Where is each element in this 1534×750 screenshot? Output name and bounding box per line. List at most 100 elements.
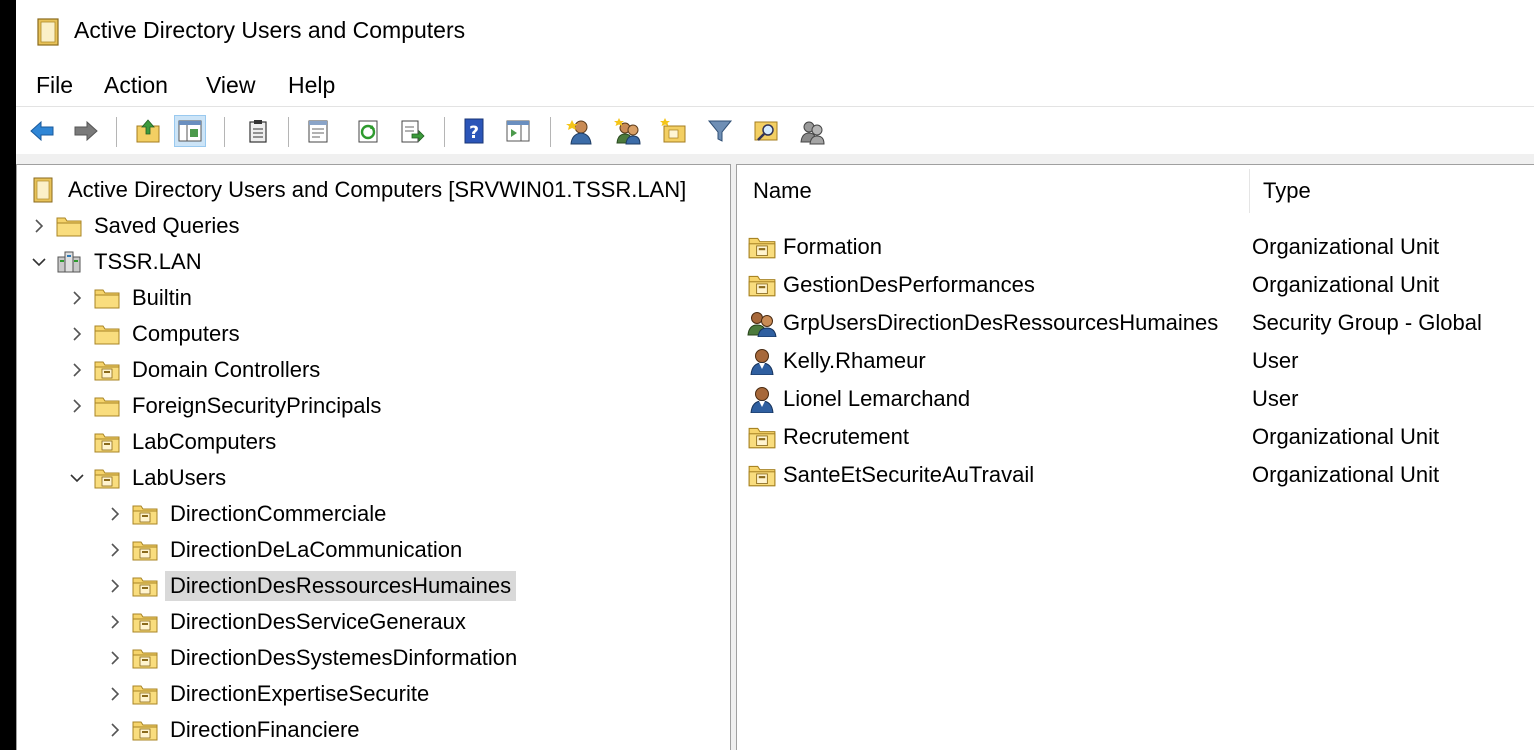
chevron-right-icon[interactable] xyxy=(105,648,125,668)
ou-icon xyxy=(747,233,777,261)
tree-item-label: DirectionDesServiceGeneraux xyxy=(170,609,466,634)
tree-item-label: DirectionDesSystemesDinformation xyxy=(170,645,518,670)
chevron-right-icon[interactable] xyxy=(105,540,125,560)
column-header-name[interactable]: Name xyxy=(753,178,812,204)
add-to-group-icon[interactable] xyxy=(796,115,828,147)
column-divider[interactable] xyxy=(1249,169,1250,213)
tree-item-computers[interactable]: Computers xyxy=(67,317,245,351)
ou-icon xyxy=(131,537,159,563)
ou-icon xyxy=(131,501,159,527)
list-item-type: Organizational Unit xyxy=(1252,424,1440,449)
tree-item-directioncommerciale[interactable]: DirectionCommerciale xyxy=(105,497,391,531)
list-item-type: Organizational Unit xyxy=(1252,272,1440,297)
chevron-down-icon[interactable] xyxy=(67,468,87,488)
menu-view[interactable]: View xyxy=(206,70,255,101)
help-icon[interactable]: ? xyxy=(458,115,490,147)
list-item[interactable]: GestionDesPerformances Organizational Uni… xyxy=(747,267,1534,303)
aduc-console-icon xyxy=(29,177,57,203)
properties-icon[interactable] xyxy=(302,115,334,147)
up-level-icon[interactable] xyxy=(132,115,164,147)
list-item-name: GrpUsersDirectionDesRessourcesHumaines xyxy=(783,310,1219,335)
folder-icon xyxy=(93,321,121,347)
toolbar-separator xyxy=(224,117,225,147)
ou-icon xyxy=(747,423,777,451)
chevron-right-icon[interactable] xyxy=(105,684,125,704)
client-area: Active Directory Users and Computers [SR… xyxy=(16,154,1534,750)
chevron-down-icon[interactable] xyxy=(29,252,49,272)
refresh-icon[interactable] xyxy=(352,115,384,147)
tree-item-labusers[interactable]: LabUsers xyxy=(67,461,231,495)
chevron-right-icon[interactable] xyxy=(67,396,87,416)
column-header-type[interactable]: Type xyxy=(1263,178,1311,204)
tree-item-builtin[interactable]: Builtin xyxy=(67,281,197,315)
tree-item-label: Computers xyxy=(132,321,240,346)
forward-icon[interactable] xyxy=(70,115,102,147)
chevron-right-icon[interactable] xyxy=(29,216,49,236)
folder-icon xyxy=(93,285,121,311)
ou-icon xyxy=(93,465,121,491)
toolbar-separator xyxy=(444,117,445,147)
list-item[interactable]: Kelly.Rhameur User xyxy=(747,343,1534,379)
tree-item-directionexpertisesecurite[interactable]: DirectionExpertiseSecurite xyxy=(105,677,434,711)
group-icon xyxy=(747,309,777,338)
list-item-type: Organizational Unit xyxy=(1252,462,1440,487)
menu-action[interactable]: Action xyxy=(104,70,168,101)
chevron-right-icon[interactable] xyxy=(67,324,87,344)
chevron-right-icon[interactable] xyxy=(67,288,87,308)
ou-icon xyxy=(131,681,159,707)
ou-icon xyxy=(93,357,121,383)
list-item[interactable]: Recrutement Organizational Unit xyxy=(747,419,1534,455)
chevron-right-icon[interactable] xyxy=(105,504,125,524)
tree-item-directiondesressourceshumaines[interactable]: DirectionDesRessourcesHumaines xyxy=(105,569,517,603)
find-icon[interactable] xyxy=(750,115,782,147)
list-item-name: SanteEtSecuriteAuTravail xyxy=(783,462,1035,487)
list-item[interactable]: GrpUsersDirectionDesRessourcesHumaines Se… xyxy=(747,305,1534,341)
list-item[interactable]: Lionel Lemarchand User xyxy=(747,381,1534,417)
chevron-right-icon[interactable] xyxy=(67,360,87,380)
tree-item-foreignsecurityprincipals[interactable]: ForeignSecurityPrincipals xyxy=(67,389,386,423)
clipboard-icon[interactable] xyxy=(242,115,274,147)
tree-item-saved-queries[interactable]: Saved Queries xyxy=(29,209,245,243)
filter-icon[interactable] xyxy=(704,115,736,147)
new-ou-icon[interactable] xyxy=(658,115,690,147)
console-tree: Active Directory Users and Computers [SR… xyxy=(16,164,731,750)
tree-item-labcomputers[interactable]: LabComputers xyxy=(67,425,281,459)
toolbar-separator xyxy=(288,117,289,147)
show-hide-console-tree-icon[interactable] xyxy=(174,115,206,147)
list-item[interactable]: Formation Organizational Unit xyxy=(747,229,1534,265)
show-action-pane-icon[interactable] xyxy=(502,115,534,147)
list-item-name: GestionDesPerformances xyxy=(783,272,1035,297)
ou-icon xyxy=(93,429,121,455)
tree-item-label: Domain Controllers xyxy=(132,357,321,382)
new-group-icon[interactable] xyxy=(612,115,644,147)
user-icon xyxy=(747,385,777,414)
tree-item-domain-controllers[interactable]: Domain Controllers xyxy=(67,353,325,387)
toolbar-separator xyxy=(550,117,551,147)
ou-icon xyxy=(131,573,159,599)
chevron-right-icon[interactable] xyxy=(105,612,125,632)
tree-item-label: DirectionCommerciale xyxy=(170,501,387,526)
tree-root[interactable]: Active Directory Users and Computers [SR… xyxy=(29,173,691,207)
ou-icon xyxy=(131,609,159,635)
menu-file[interactable]: File xyxy=(36,70,73,101)
tree-item-label: TSSR.LAN xyxy=(94,249,202,274)
tree-item-directiondesservicegeneraux[interactable]: DirectionDesServiceGeneraux xyxy=(105,605,471,639)
ou-icon xyxy=(131,717,159,743)
chevron-right-icon[interactable] xyxy=(105,576,125,596)
tree-item-tssr-lan[interactable]: TSSR.LAN xyxy=(29,245,207,279)
new-user-icon[interactable] xyxy=(564,115,596,147)
chevron-right-icon[interactable] xyxy=(105,720,125,740)
folder-icon xyxy=(93,393,121,419)
tree-item-directiondessystemesdinformation[interactable]: DirectionDesSystemesDinformation xyxy=(105,641,522,675)
list-header: Name Type xyxy=(737,165,1534,221)
list-item-name: Recrutement xyxy=(783,424,909,449)
tree-item-directiondelacommunication[interactable]: DirectionDeLaCommunication xyxy=(105,533,467,567)
export-list-icon[interactable] xyxy=(396,115,428,147)
domain-icon xyxy=(55,249,83,275)
list-item[interactable]: SanteEtSecuriteAuTravail Organizational U… xyxy=(747,457,1534,493)
tree-item-label: LabComputers xyxy=(132,429,277,454)
menu-help[interactable]: Help xyxy=(288,70,335,101)
back-icon[interactable] xyxy=(26,115,58,147)
tree-item-directionfinanciere[interactable]: DirectionFinanciere xyxy=(105,713,365,747)
